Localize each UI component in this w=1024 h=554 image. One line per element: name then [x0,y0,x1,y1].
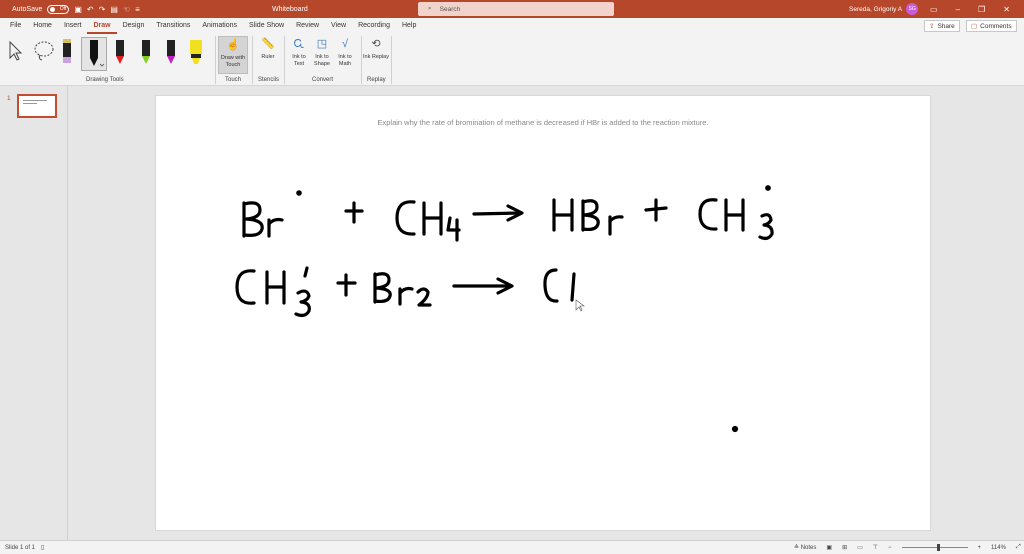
group-label-convert: Convert [312,77,334,83]
zoom-out-icon[interactable]: − [888,545,892,551]
slide-canvas[interactable]: Explain why the rate of bromination of m… [155,95,931,531]
avatar: SG [906,3,919,15]
ink-to-math-icon: √ [341,38,349,50]
ink-line-1 [242,185,774,242]
touch-mode-icon[interactable]: ☜ [123,5,130,14]
group-divider [391,36,392,84]
comment-icon: ▢ [971,23,978,30]
fit-to-window-icon[interactable]: ⤢ [1016,544,1021,551]
ink-replay-button[interactable]: ⟲ Ink Replay [363,36,389,74]
pen-black-icon [90,40,105,67]
tab-help[interactable]: Help [396,18,422,34]
ink-to-math-button[interactable]: √ Ink to Math [332,36,358,74]
tab-insert[interactable]: Insert [58,18,88,34]
share-button[interactable]: ⇪ Share [924,20,960,32]
tab-draw[interactable]: Draw [87,18,117,34]
document-title[interactable]: Whiteboard [272,6,308,13]
comments-button[interactable]: ▢ Comments [966,20,1017,32]
group-label-replay: Replay [367,77,386,83]
group-label-drawing-tools: Drawing Tools [86,77,124,83]
reading-view-icon[interactable]: ▭ [857,544,863,551]
zoom-slider[interactable] [901,544,968,551]
tab-file[interactable]: File [0,18,27,34]
tab-view[interactable]: View [325,18,352,34]
ruler-button[interactable]: 📏 Ruler [254,36,282,74]
handwritten-ink [235,185,774,433]
pen-tan-icon[interactable] [60,38,74,68]
autosave-toggle[interactable]: Off [47,4,70,14]
tab-recording[interactable]: Recording [352,18,396,34]
slide-thumbnail[interactable] [17,94,57,118]
ruler-icon: 📏 [261,38,275,50]
undo-icon[interactable]: ↶ [87,5,94,14]
pen-red-icon[interactable] [113,38,127,68]
tab-home[interactable]: Home [27,18,58,34]
highlighter-yellow-icon[interactable] [188,38,204,68]
ink-to-text-icon: Ꮹ [293,38,305,50]
group-divider [284,36,285,84]
ink-line-2 [235,266,576,318]
maximize-icon[interactable]: ❐ [978,5,985,14]
redo-icon[interactable]: ↷ [99,5,106,14]
accessibility-icon[interactable]: ▯ [41,544,44,551]
normal-view-icon[interactable]: ▣ [826,544,832,551]
slide-sorter-icon[interactable]: ⊞ [842,544,847,551]
ink-to-shape-button[interactable]: ◳ Ink to Shape [310,36,334,74]
pen-cursor-icon [575,299,585,312]
save-icon[interactable]: ▣ [74,5,82,14]
thumbnail-text-line [23,100,47,101]
tab-review[interactable]: Review [290,18,325,34]
share-icon: ⇪ [929,23,935,30]
quick-access-toolbar: AutoSave Off ▣ ↶ ↷ ▤ ☜ ≡ [0,4,200,14]
ink-to-shape-icon: ◳ [316,38,328,50]
pen-black-selected[interactable] [81,37,107,71]
touch-hand-icon: ☝ [226,39,240,51]
zoom-slider-thumb[interactable] [936,544,940,551]
pen-green-icon[interactable] [139,38,153,68]
tab-design[interactable]: Design [117,18,151,34]
slide-thumbnails-pane: 1 [0,86,68,540]
tab-slide-show[interactable]: Slide Show [243,18,290,34]
tab-animations[interactable]: Animations [196,18,243,34]
tab-transitions[interactable]: Transitions [150,18,196,34]
group-label-stencils: Stencils [258,77,280,83]
select-arrow-icon[interactable] [8,40,24,62]
title-bar: AutoSave Off ▣ ↶ ↷ ▤ ☜ ≡ Whiteboard ⌕ Se… [0,0,1024,18]
group-divider [252,36,253,84]
ribbon-display-icon[interactable]: ▭ [930,5,938,14]
search-icon: ⌕ [428,5,432,12]
notes-icon: ≙ [794,545,801,551]
window-controls: ▭ – ❐ ✕ [930,5,1010,14]
autosave-label: AutoSave [12,5,43,13]
ribbon: Drawing Tools ☝ Draw with Touch Touch 📏 … [0,34,1024,86]
slideshow-icon[interactable]: ⊤ [873,544,878,551]
notes-button[interactable]: ≙ Notes [794,544,816,551]
thumbnail-text-line [23,103,37,104]
status-bar: Slide 1 of 1 ▯ ≙ Notes ▣ ⊞ ▭ ⊤ − + 114% … [0,540,1024,554]
pen-purple-icon[interactable] [164,38,178,68]
user-account[interactable]: Sereda, Grigoriy A SG [849,3,919,15]
ribbon-tabs: File Home Insert Draw Design Transitions… [0,18,1024,34]
search-box[interactable]: ⌕ Search [418,2,614,16]
minimize-icon[interactable]: – [956,5,960,14]
customize-icon[interactable]: ≡ [135,5,140,14]
zoom-level[interactable]: 114% [991,545,1006,551]
slide-info: Slide 1 of 1 [5,544,36,551]
present-icon[interactable]: ▤ [110,5,118,14]
draw-with-touch-button[interactable]: ☝ Draw with Touch [218,36,248,74]
slide-number: 1 [7,95,11,102]
ink-to-text-button[interactable]: Ꮹ Ink to Text [287,36,311,74]
slide-editor: Explain why the rate of bromination of m… [69,86,1024,540]
group-divider [215,36,216,84]
zoom-in-icon[interactable]: + [978,545,982,551]
lasso-select-icon[interactable] [32,39,56,63]
group-divider [361,36,362,84]
user-name: Sereda, Grigoriy A [849,5,903,13]
search-placeholder: Search [439,5,461,13]
group-label-touch: Touch [225,77,242,83]
replay-icon: ⟲ [371,38,381,50]
close-icon[interactable]: ✕ [1003,5,1010,14]
